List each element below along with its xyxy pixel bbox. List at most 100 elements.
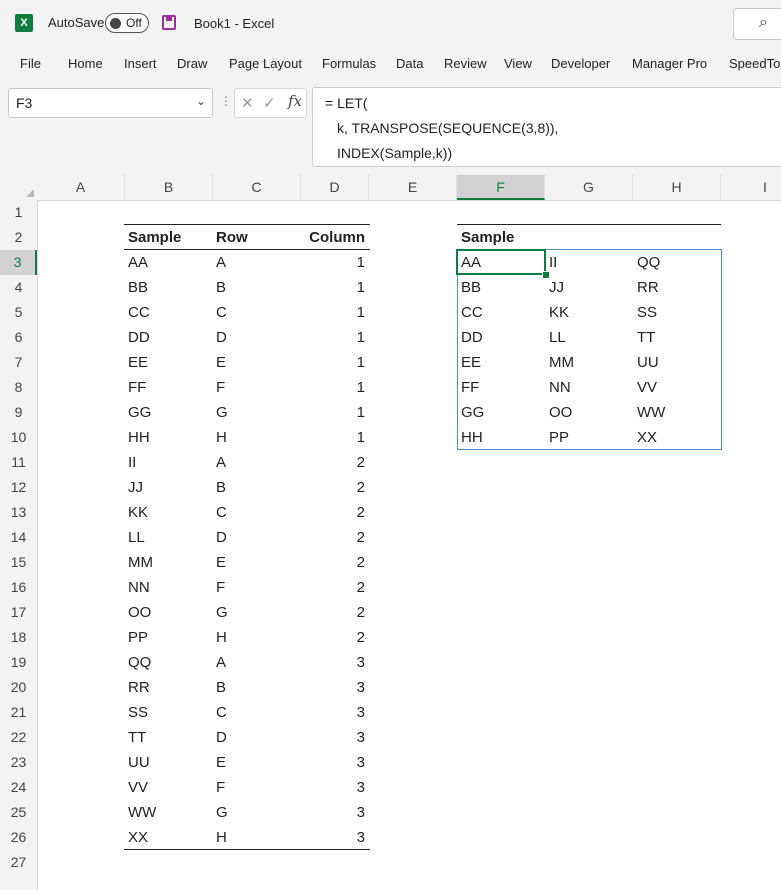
row-header-1[interactable]: 1: [0, 200, 37, 225]
tab-home[interactable]: Home: [68, 56, 103, 71]
left-cell-sample[interactable]: LL: [128, 525, 145, 550]
enter-icon[interactable]: ✓: [263, 94, 276, 112]
tab-speedto[interactable]: SpeedTo: [729, 56, 780, 71]
left-cell-row[interactable]: H: [216, 825, 227, 850]
left-header-column[interactable]: Column: [301, 225, 365, 250]
left-cell-column[interactable]: 1: [301, 275, 365, 300]
left-cell-sample[interactable]: QQ: [128, 650, 151, 675]
column-header-f[interactable]: F: [457, 175, 545, 200]
left-cell-column[interactable]: 3: [301, 650, 365, 675]
tab-insert[interactable]: Insert: [124, 56, 157, 71]
left-cell-column[interactable]: 2: [301, 600, 365, 625]
row-header-7[interactable]: 7: [0, 350, 37, 375]
left-cell-sample[interactable]: SS: [128, 700, 148, 725]
left-cell-sample[interactable]: MM: [128, 550, 153, 575]
left-cell-row[interactable]: D: [216, 525, 227, 550]
left-cell-sample[interactable]: TT: [128, 725, 146, 750]
left-cell-column[interactable]: 3: [301, 800, 365, 825]
left-cell-row[interactable]: B: [216, 675, 226, 700]
left-cell-sample[interactable]: II: [128, 450, 136, 475]
left-cell-row[interactable]: H: [216, 425, 227, 450]
left-cell-row[interactable]: F: [216, 775, 225, 800]
row-header-9[interactable]: 9: [0, 400, 37, 425]
left-cell-row[interactable]: H: [216, 625, 227, 650]
row-header-27[interactable]: 27: [0, 850, 37, 875]
column-header-a[interactable]: A: [37, 175, 125, 200]
row-header-20[interactable]: 20: [0, 675, 37, 700]
left-cell-row[interactable]: G: [216, 400, 228, 425]
left-cell-row[interactable]: G: [216, 600, 228, 625]
active-cell-f3[interactable]: [456, 249, 546, 275]
left-cell-column[interactable]: 3: [301, 700, 365, 725]
tab-view[interactable]: View: [504, 56, 532, 71]
row-header-23[interactable]: 23: [0, 750, 37, 775]
left-cell-column[interactable]: 3: [301, 825, 365, 850]
left-cell-row[interactable]: F: [216, 575, 225, 600]
left-cell-sample[interactable]: OO: [128, 600, 151, 625]
search-button[interactable]: ⌕: [733, 8, 781, 40]
left-cell-column[interactable]: 2: [301, 475, 365, 500]
left-cell-row[interactable]: E: [216, 550, 226, 575]
left-cell-sample[interactable]: RR: [128, 675, 150, 700]
left-cell-sample[interactable]: EE: [128, 350, 148, 375]
column-header-h[interactable]: H: [633, 175, 721, 200]
left-cell-column[interactable]: 3: [301, 750, 365, 775]
left-cell-sample[interactable]: HH: [128, 425, 150, 450]
column-header-d[interactable]: D: [301, 175, 369, 200]
row-header-12[interactable]: 12: [0, 475, 37, 500]
left-cell-row[interactable]: D: [216, 725, 227, 750]
left-cell-sample[interactable]: KK: [128, 500, 148, 525]
left-cell-column[interactable]: 3: [301, 725, 365, 750]
tab-review[interactable]: Review: [444, 56, 487, 71]
row-header-19[interactable]: 19: [0, 650, 37, 675]
column-header-c[interactable]: C: [213, 175, 301, 200]
left-cell-column[interactable]: 3: [301, 675, 365, 700]
left-cell-column[interactable]: 2: [301, 575, 365, 600]
left-cell-sample[interactable]: XX: [128, 825, 148, 850]
left-cell-column[interactable]: 1: [301, 400, 365, 425]
left-cell-column[interactable]: 2: [301, 625, 365, 650]
left-cell-row[interactable]: A: [216, 250, 226, 275]
left-cell-column[interactable]: 1: [301, 375, 365, 400]
row-header-24[interactable]: 24: [0, 775, 37, 800]
row-header-16[interactable]: 16: [0, 575, 37, 600]
chevron-down-icon[interactable]: ⌄: [196, 94, 206, 108]
left-cell-column[interactable]: 2: [301, 500, 365, 525]
left-cell-row[interactable]: G: [216, 800, 228, 825]
column-header-b[interactable]: B: [125, 175, 213, 200]
left-cell-row[interactable]: D: [216, 325, 227, 350]
formula-input[interactable]: = LET( k, TRANSPOSE(SEQUENCE(3,8)), INDE…: [312, 87, 781, 167]
row-header-5[interactable]: 5: [0, 300, 37, 325]
row-header-10[interactable]: 10: [0, 425, 37, 450]
left-cell-column[interactable]: 1: [301, 300, 365, 325]
row-header-8[interactable]: 8: [0, 375, 37, 400]
left-cell-sample[interactable]: BB: [128, 275, 148, 300]
select-all-button[interactable]: [0, 175, 37, 200]
more-options-icon[interactable]: ⋮: [220, 94, 232, 108]
left-cell-column[interactable]: 2: [301, 450, 365, 475]
left-cell-column[interactable]: 3: [301, 775, 365, 800]
left-cell-sample[interactable]: PP: [128, 625, 148, 650]
left-cell-column[interactable]: 2: [301, 525, 365, 550]
cancel-icon[interactable]: ✕: [241, 94, 254, 112]
row-header-25[interactable]: 25: [0, 800, 37, 825]
insert-function-icon[interactable]: fx: [288, 92, 302, 110]
left-cell-sample[interactable]: FF: [128, 375, 146, 400]
left-cell-row[interactable]: E: [216, 750, 226, 775]
left-cell-sample[interactable]: NN: [128, 575, 150, 600]
row-header-14[interactable]: 14: [0, 525, 37, 550]
row-header-18[interactable]: 18: [0, 625, 37, 650]
row-header-21[interactable]: 21: [0, 700, 37, 725]
row-header-2[interactable]: 2: [0, 225, 37, 250]
column-header-e[interactable]: E: [369, 175, 457, 200]
left-header-row[interactable]: Row: [216, 225, 248, 250]
left-cell-sample[interactable]: WW: [128, 800, 156, 825]
tab-file[interactable]: File: [20, 56, 41, 71]
left-header-sample[interactable]: Sample: [128, 225, 181, 250]
left-cell-sample[interactable]: GG: [128, 400, 151, 425]
row-header-6[interactable]: 6: [0, 325, 37, 350]
tab-page-layout[interactable]: Page Layout: [229, 56, 302, 71]
left-cell-row[interactable]: C: [216, 300, 227, 325]
left-cell-row[interactable]: B: [216, 475, 226, 500]
left-cell-sample[interactable]: CC: [128, 300, 150, 325]
